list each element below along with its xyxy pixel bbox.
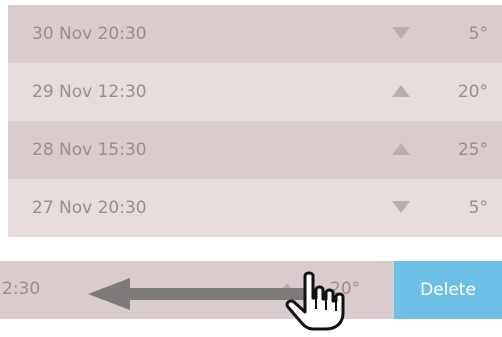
reading-temperature: 20°	[457, 82, 488, 102]
reading-list: 30 Nov 20:30 5° 29 Nov 12:30 20° 28 Nov …	[8, 5, 502, 237]
list-item[interactable]: 30 Nov 20:30 5°	[8, 5, 502, 63]
reading-date: 30 Nov 20:30	[32, 24, 147, 44]
list-item[interactable]: 28 Nov 15:30 25°	[8, 121, 502, 179]
reading-temperature: 5°	[468, 24, 488, 44]
reading-date-partial: 2:30	[2, 279, 41, 299]
arrow-left-icon	[88, 278, 310, 310]
reading-date: 27 Nov 20:30	[32, 198, 147, 218]
reading-date: 28 Nov 15:30	[32, 140, 147, 160]
triangle-down-icon	[392, 201, 410, 213]
delete-button[interactable]: Delete	[394, 261, 502, 319]
hand-pointer-icon	[285, 271, 345, 331]
triangle-up-icon	[392, 143, 410, 155]
triangle-up-icon	[392, 85, 410, 97]
reading-temperature: 5°	[468, 198, 488, 218]
triangle-down-icon	[392, 27, 410, 39]
reading-date: 29 Nov 12:30	[32, 82, 147, 102]
list-item[interactable]: 27 Nov 20:30 5°	[8, 179, 502, 237]
history-list-screen: 30 Nov 20:30 5° 29 Nov 12:30 20° 28 Nov …	[0, 0, 502, 337]
list-item[interactable]: 29 Nov 12:30 20°	[8, 63, 502, 121]
reading-temperature: 25°	[457, 140, 488, 160]
